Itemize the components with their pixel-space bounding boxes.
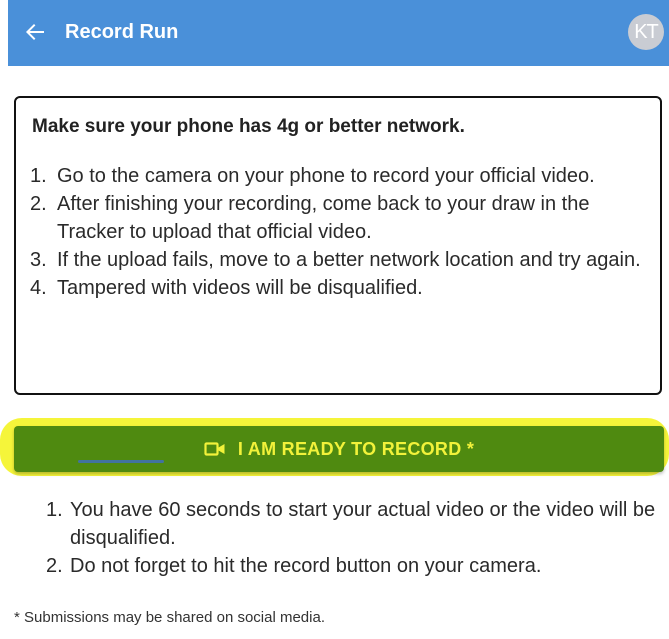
step-number: 1. [30, 165, 47, 187]
page-title: Record Run [65, 21, 179, 43]
step-text: Go to the camera on your phone to record… [57, 165, 595, 187]
instructions-heading: Make sure your phone has 4g or better ne… [32, 116, 465, 137]
note-number: 1. [46, 499, 63, 521]
list-item: 2. After finishing your recording, come … [30, 190, 650, 246]
step-text: Tampered with videos will be disqualifie… [57, 277, 423, 299]
list-item: 1. Go to the camera on your phone to rec… [30, 162, 650, 190]
footnote: * Submissions may be shared on social me… [14, 609, 325, 626]
arrow-left-icon [26, 24, 44, 40]
list-item: 1. You have 60 seconds to start your act… [46, 496, 658, 552]
record-run-page: Record Run KT Make sure your phone has 4… [0, 0, 669, 639]
note-text: You have 60 seconds to start your actual… [70, 499, 656, 549]
step-number: 4. [30, 277, 47, 299]
step-number: 3. [30, 249, 47, 271]
notes-list: 1. You have 60 seconds to start your act… [46, 496, 658, 580]
step-text: If the upload fails, move to a better ne… [57, 249, 641, 271]
step-text: After finishing your recording, come bac… [57, 193, 590, 243]
record-button-label: I AM READY TO RECORD * [237, 438, 475, 459]
avatar-initials: KT [634, 20, 659, 43]
note-text: Do not forget to hit the record button o… [70, 555, 542, 577]
instructions-card: Make sure your phone has 4g or better ne… [14, 96, 662, 395]
list-item: 4. Tampered with videos will be disquali… [30, 274, 650, 302]
record-button-content: I AM READY TO RECORD * [204, 439, 474, 460]
decorative-streak [78, 460, 164, 463]
step-number: 2. [30, 193, 47, 215]
back-button[interactable] [20, 17, 50, 47]
ready-to-record-button[interactable]: I AM READY TO RECORD * [14, 426, 664, 472]
instructions-list: 1. Go to the camera on your phone to rec… [30, 162, 650, 302]
list-item: 3. If the upload fails, move to a better… [30, 246, 650, 274]
avatar[interactable]: KT [628, 14, 664, 50]
list-item: 2. Do not forget to hit the record butto… [46, 552, 658, 580]
app-header: Record Run KT [8, 0, 669, 66]
note-number: 2. [46, 555, 63, 577]
video-camera-icon [204, 442, 225, 456]
